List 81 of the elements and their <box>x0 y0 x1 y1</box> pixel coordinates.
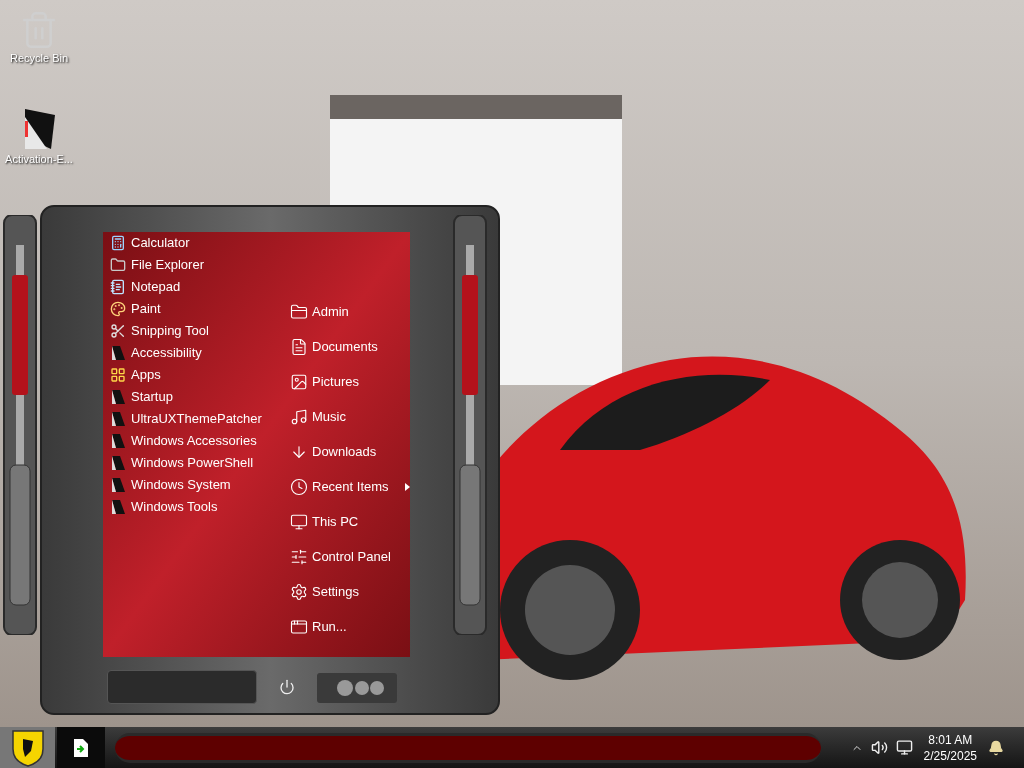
clock-time: 8:01 AM <box>928 731 973 748</box>
user-folder-icon <box>290 302 308 321</box>
place-item[interactable]: Run... <box>290 609 410 644</box>
speaker-icon[interactable] <box>870 739 888 756</box>
place-item[interactable]: Documents <box>290 329 410 364</box>
picture-icon <box>290 372 308 391</box>
program-item[interactable]: Notepad <box>103 276 290 298</box>
program-item[interactable]: Windows System <box>103 474 290 496</box>
program-label: Apps <box>131 366 161 385</box>
place-item[interactable]: Settings <box>290 574 410 609</box>
clock[interactable]: 8:01 AM 2/25/2025 <box>920 731 980 764</box>
place-label: Control Panel <box>312 547 392 566</box>
program-label: UltraUXThemePatcher <box>131 410 262 429</box>
place-label: Admin <box>312 302 350 321</box>
place-item[interactable]: Control Panel <box>290 539 410 574</box>
program-folder-icon <box>110 499 126 515</box>
program-label: Windows Accessories <box>131 432 257 451</box>
run-icon <box>290 617 308 636</box>
power-icon <box>279 679 295 695</box>
program-label: File Explorer <box>131 256 204 275</box>
program-item[interactable]: Startup <box>103 386 290 408</box>
program-label: Notepad <box>131 278 181 297</box>
place-item[interactable]: This PC <box>290 504 410 539</box>
program-label: Paint <box>131 300 161 319</box>
program-folder-icon <box>110 477 126 493</box>
music-note-icon <box>290 407 308 426</box>
program-item[interactable]: Accessibility <box>103 342 290 364</box>
place-item[interactable]: Music <box>290 399 410 434</box>
program-folder-icon <box>110 455 126 471</box>
scissors-icon <box>110 323 126 339</box>
program-item[interactable]: File Explorer <box>103 254 290 276</box>
power-button[interactable] <box>277 677 297 697</box>
shield-logo-icon <box>10 728 45 767</box>
place-label: Documents <box>312 337 379 356</box>
clock-date: 2/25/2025 <box>923 747 977 764</box>
notification-bell-icon[interactable] <box>988 739 1004 756</box>
place-item[interactable]: Admin <box>290 294 410 329</box>
start-button[interactable] <box>0 727 55 768</box>
control-panel-icon <box>290 547 308 566</box>
place-label: Music <box>312 407 347 426</box>
submenu-arrow-icon <box>405 482 410 491</box>
place-label: Run... <box>312 617 348 636</box>
program-item[interactable]: Windows PowerShell <box>103 452 290 474</box>
grid-folder-icon <box>110 367 126 383</box>
calculator-icon <box>110 235 126 251</box>
program-item[interactable]: Snipping Tool <box>103 320 290 342</box>
program-label: Windows System <box>131 476 231 495</box>
place-label: Recent Items <box>312 477 390 496</box>
taskbar-app[interactable] <box>57 727 105 768</box>
program-label: Startup <box>131 388 173 407</box>
program-item[interactable]: UltraUXThemePatcher <box>103 408 290 430</box>
settings-icon <box>290 582 308 601</box>
program-label: Snipping Tool <box>131 322 209 341</box>
program-folder-icon <box>110 433 126 449</box>
folder-icon <box>110 257 126 273</box>
program-item[interactable]: Windows Tools <box>103 496 290 518</box>
palette-icon <box>110 301 126 317</box>
program-item[interactable]: Apps <box>103 364 290 386</box>
program-label: Windows PowerShell <box>131 454 254 473</box>
network-icon[interactable] <box>895 739 913 756</box>
program-label: Windows Tools <box>131 498 218 517</box>
file-arrow-icon <box>74 738 88 757</box>
program-item[interactable]: Windows Accessories <box>103 430 290 452</box>
place-item[interactable]: Downloads <box>290 434 410 469</box>
place-label: Pictures <box>312 372 360 391</box>
notepad-icon <box>110 279 126 295</box>
computer-icon <box>290 512 308 531</box>
place-label: This PC <box>312 512 360 531</box>
program-label: Accessibility <box>131 344 202 363</box>
program-folder-icon <box>110 389 126 405</box>
document-icon <box>290 337 308 356</box>
program-label: Calculator <box>131 234 190 253</box>
clock-icon <box>290 477 308 496</box>
place-label: Downloads <box>312 442 378 461</box>
program-folder-icon <box>110 411 126 427</box>
place-item[interactable]: Pictures <box>290 364 410 399</box>
place-label: Settings <box>312 582 360 601</box>
program-folder-icon <box>110 345 126 361</box>
place-item[interactable]: Recent Items <box>290 469 410 504</box>
program-item[interactable]: Calculator <box>103 232 290 254</box>
program-item[interactable]: Paint <box>103 298 290 320</box>
